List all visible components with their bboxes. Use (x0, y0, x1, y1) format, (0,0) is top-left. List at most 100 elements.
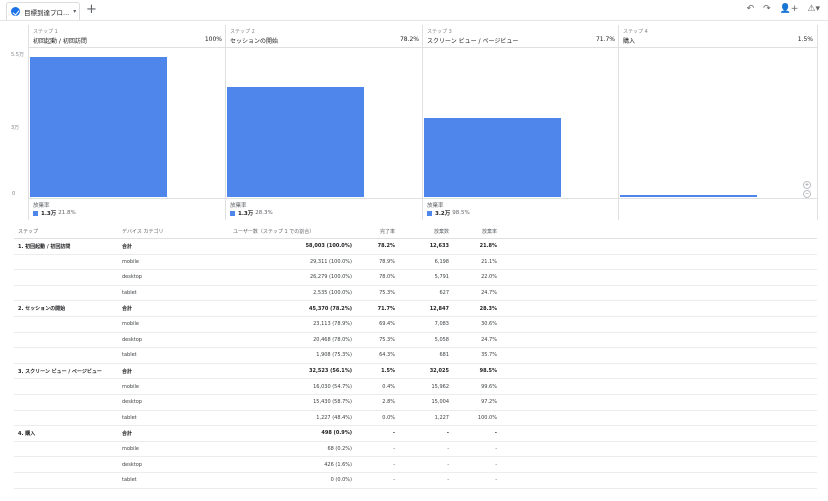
users-cell: 32,523 (56.1%) (229, 363, 356, 380)
dropoff-label: 放棄率 (427, 203, 444, 209)
users-cell: 498 (0.9%) (229, 425, 356, 442)
abandon-rate-cell: 99.6% (453, 378, 501, 395)
abandon-count-cell: - (399, 425, 453, 442)
funnel-bar[interactable] (620, 195, 757, 197)
step-cell (14, 316, 118, 333)
abandon-rate-cell: 98.5% (453, 363, 501, 380)
completion-rate-cell: - (356, 425, 399, 442)
step-cell (14, 441, 118, 458)
step-name: 初回起動 / 初回訪問 (33, 38, 87, 45)
users-cell: 20,468 (78.0%) (229, 332, 356, 349)
table-row: tablet 1,227 (48.4%) 0.0% 1,227 100.0% (14, 410, 817, 427)
dropoff-value: 1.3万 21.8% (33, 209, 76, 217)
dropoff-label: 放棄率 (33, 203, 50, 209)
funnel-bar[interactable] (424, 118, 561, 197)
device-cell: 合計 (118, 425, 229, 442)
abandon-rate-cell: 97.2% (453, 394, 501, 411)
step-header[interactable]: ステップ 1 初回起動 / 初回訪問 100% (29, 25, 226, 48)
dropoff-box (619, 198, 817, 221)
tab-label: 目標到達プロ... (24, 8, 70, 17)
redo-icon[interactable]: ↷ (763, 4, 771, 14)
abandon-rate-cell: 24.7% (453, 285, 501, 302)
dropoff-value: 3.2万 98.5% (427, 209, 470, 217)
column-header[interactable]: ユーザー数（ステップ 1 での割合） (229, 225, 356, 239)
device-cell: tablet (118, 472, 229, 489)
dropoff-box: 放棄率 1.3万 28.3% (226, 198, 423, 221)
abandon-count-cell: 12,633 (399, 238, 453, 255)
table-row: 2. セッションの開始 合計 45,370 (78.2%) 71.7% 12,847 28… (14, 300, 817, 317)
step-name: スクリーン ビュー / ページビュー (427, 38, 519, 45)
row-spacer (501, 378, 817, 395)
step-header[interactable]: ステップ 3 スクリーン ビュー / ページビュー 71.7% (423, 25, 619, 48)
funnel-bar[interactable] (30, 56, 167, 197)
table-row: mobile 29,311 (100.0%) 78.9% 6,198 21.1% (14, 254, 817, 271)
step-cell (14, 347, 118, 364)
abandon-rate-cell: 21.8% (453, 238, 501, 255)
device-cell: 合計 (118, 363, 229, 380)
funnel-bar[interactable] (227, 87, 364, 197)
zoom-out-icon[interactable]: − (803, 190, 811, 198)
device-cell: 合計 (118, 238, 229, 255)
column-header[interactable]: デバイス カテゴリ (118, 225, 229, 239)
table-row: desktop 15,430 (58.7%) 2.8% 15,004 97.2% (14, 394, 817, 411)
chevron-down-icon[interactable]: ▾ (73, 8, 76, 15)
completion-rate-cell: - (356, 472, 399, 489)
completion-rate-cell: 75.3% (356, 285, 399, 302)
dropoff-percent: 98.5% (452, 210, 470, 216)
step-header[interactable]: ステップ 4 購入 1.5% (619, 25, 817, 48)
step-number: ステップ 2 (230, 29, 255, 35)
table-header-row: ステップ デバイス カテゴリ ユーザー数（ステップ 1 での割合） 完了率 放棄… (14, 225, 817, 239)
users-cell: 1,908 (75.3%) (229, 347, 356, 364)
abandon-count-cell: 5,058 (399, 332, 453, 349)
dropoff-box: 放棄率 1.3万 21.8% (29, 198, 226, 221)
dropoff-percent: 21.8% (58, 210, 76, 216)
abandon-count-cell: 5,791 (399, 269, 453, 286)
users-cell: 29,311 (100.0%) (229, 254, 356, 271)
warning-icon[interactable]: ⚠▾ (807, 4, 820, 14)
completion-rate-cell: 71.7% (356, 300, 399, 317)
y-tick-label: 5.5万 (11, 52, 24, 58)
dropoff-count: 1.3万 (41, 211, 57, 217)
abandon-rate-cell: 21.1% (453, 254, 501, 271)
table-row: 3. スクリーン ビュー / ページビュー 合計 32,523 (56.1%) 1.5… (14, 363, 817, 380)
completion-rate-cell: 1.5% (356, 363, 399, 380)
step-percent: 78.2% (399, 36, 419, 43)
undo-icon[interactable]: ↶ (747, 4, 755, 14)
device-cell: desktop (118, 332, 229, 349)
share-user-icon[interactable]: 👤+ (780, 4, 799, 14)
step-number: ステップ 1 (33, 29, 58, 35)
completion-rate-cell: 78.9% (356, 254, 399, 271)
exploration-tab[interactable]: 目標到達プロ... ▾ (6, 2, 80, 20)
abandon-rate-cell: 28.3% (453, 300, 501, 317)
column-header[interactable]: 放棄数 (399, 225, 453, 239)
abandon-rate-cell: - (453, 456, 501, 473)
device-cell: tablet (118, 347, 229, 364)
step-header[interactable]: ステップ 2 セッションの開始 78.2% (226, 25, 423, 48)
top-bar: 目標到達プロ... ▾ + ↶ ↷ 👤+ ⚠▾ (0, 0, 828, 21)
toolbar: ↶ ↷ 👤+ ⚠▾ (747, 4, 820, 14)
column-header[interactable]: 完了率 (356, 225, 399, 239)
abandon-count-cell: - (399, 441, 453, 458)
dropoff-count: 1.3万 (238, 211, 254, 217)
completion-rate-cell: 2.8% (356, 394, 399, 411)
column-header[interactable]: 放棄率 (453, 225, 501, 239)
step-cell (14, 456, 118, 473)
abandon-count-cell: 6,198 (399, 254, 453, 271)
column-header[interactable]: ステップ (14, 225, 118, 239)
abandon-rate-cell: 100.0% (453, 410, 501, 427)
zoom-in-icon[interactable]: + (803, 181, 811, 189)
row-spacer (501, 238, 817, 255)
row-spacer (501, 285, 817, 302)
y-tick-label: 3万 (11, 125, 20, 131)
table-row: tablet 0 (0.0%) - - - (14, 472, 817, 489)
table-row: desktop 20,468 (78.0%) 75.3% 5,058 24.7% (14, 332, 817, 349)
step-column: ステップ 1 初回起動 / 初回訪問 100% 放棄率 1.3万 21.8% (28, 25, 226, 220)
step-name: セッションの開始 (230, 38, 279, 45)
step-cell: 1. 初回起動 / 初回訪問 (14, 238, 118, 255)
completion-rate-cell: 0.0% (356, 410, 399, 427)
add-tab-button[interactable]: + (86, 3, 97, 16)
step-name: 購入 (623, 38, 636, 45)
users-cell: 45,370 (78.2%) (229, 300, 356, 317)
row-spacer (501, 347, 817, 364)
check-circle-icon (11, 7, 20, 16)
